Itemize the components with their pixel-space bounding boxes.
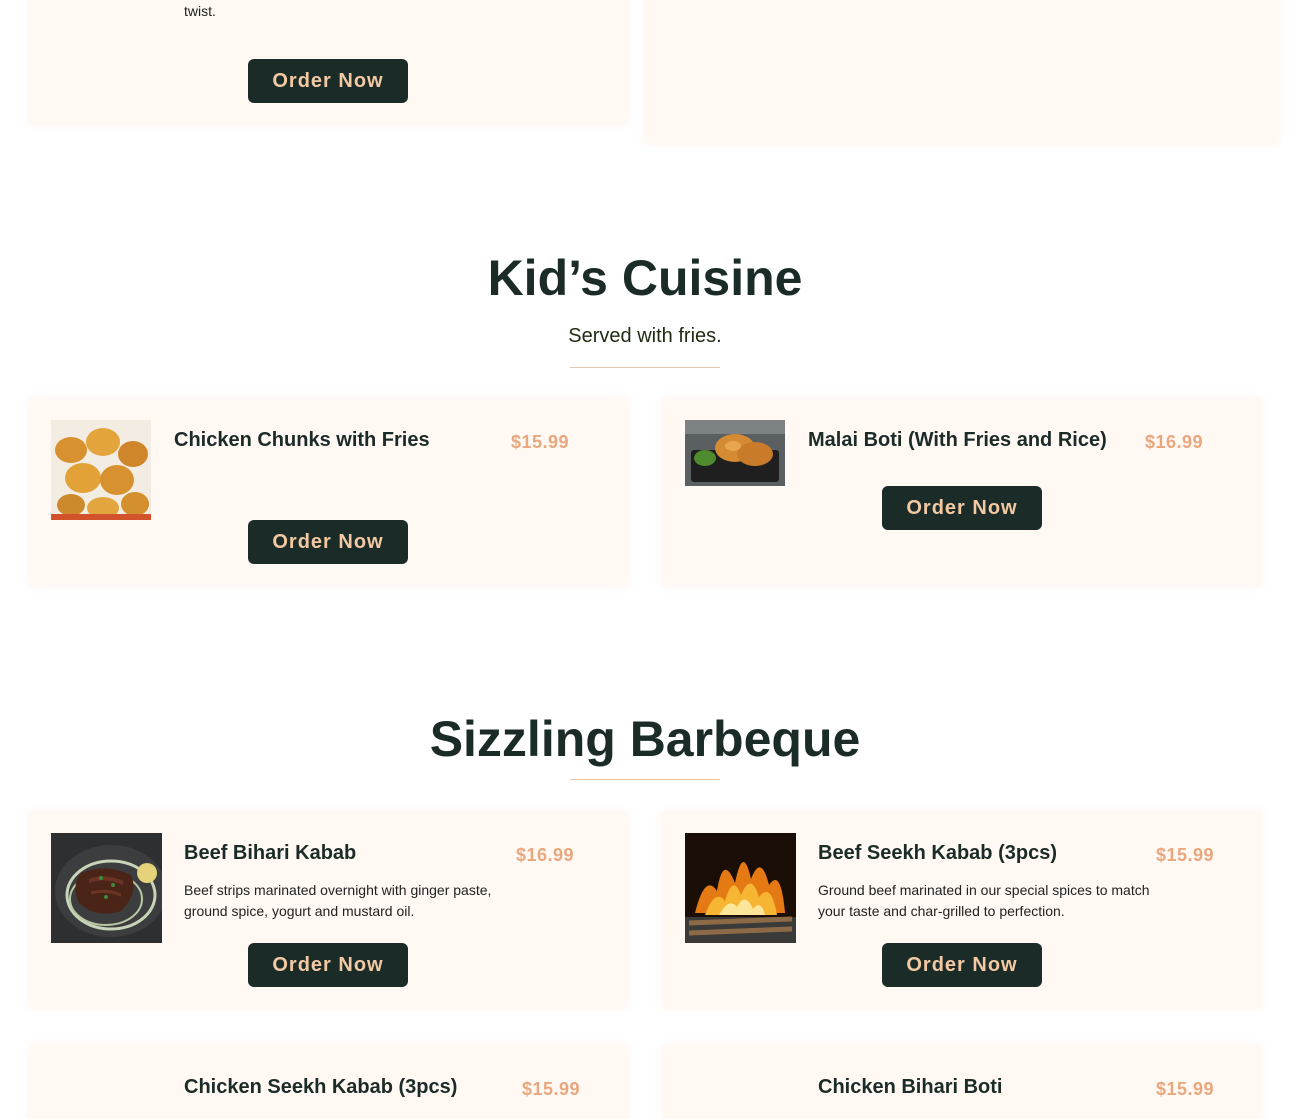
item-title: Chicken Bihari Boti — [818, 1076, 1003, 1098]
item-description-line: Beef strips marinated overnight with gin… — [184, 882, 492, 898]
item-description-line: ground spice, yogurt and mustard oil. — [184, 903, 415, 919]
chicken-chunks-image — [51, 420, 151, 520]
order-now-button[interactable]: Order Now — [248, 59, 408, 103]
menu-card-top-left: twist. Order Now — [29, 0, 627, 125]
menu-card: Chicken Seekh Kabab (3pcs) $15.99 — [29, 1045, 627, 1119]
order-now-button[interactable]: Order Now — [248, 943, 408, 987]
item-title: Chicken Seekh Kabab (3pcs) — [184, 1076, 458, 1098]
order-now-button[interactable]: Order Now — [882, 486, 1042, 530]
section-title-kids: Kid’s Cuisine — [487, 250, 803, 306]
item-description: twist. — [184, 3, 216, 19]
section-title-bbq: Sizzling Barbeque — [429, 711, 861, 767]
beef-seekh-kabab-image — [685, 833, 796, 943]
item-price: $16.99 — [1145, 432, 1204, 452]
item-title: Chicken Chunks with Fries — [174, 429, 430, 451]
section-divider — [570, 367, 720, 368]
order-now-button[interactable]: Order Now — [882, 943, 1042, 987]
item-title: Malai Boti (With Fries and Rice) — [808, 429, 1107, 451]
menu-card-top-right — [645, 0, 1279, 143]
menu-card: Chicken Bihari Boti $15.99 — [663, 1045, 1261, 1119]
menu-card: Beef Bihari Kabab $16.99 Beef strips mar… — [29, 811, 627, 1008]
item-description-line: your taste and char-grilled to perfectio… — [818, 903, 1065, 919]
order-now-button[interactable]: Order Now — [248, 520, 408, 564]
item-title: Beef Bihari Kabab — [184, 842, 357, 864]
section-subtitle-kids: Served with fries. — [568, 325, 722, 347]
item-price: $15.99 — [522, 1079, 581, 1099]
item-price: $15.99 — [1156, 1079, 1215, 1099]
item-price: $15.99 — [1156, 845, 1215, 865]
item-price: $15.99 — [511, 432, 570, 452]
item-price: $16.99 — [516, 845, 575, 865]
malai-boti-image — [685, 420, 785, 486]
item-description-line: Ground beef marinated in our special spi… — [818, 882, 1150, 898]
menu-card: Malai Boti (With Fries and Rice) $16.99 … — [663, 398, 1261, 586]
menu-card: Chicken Chunks with Fries $15.99 Order N… — [29, 398, 627, 586]
menu-card: Beef Seekh Kabab (3pcs) $15.99 Ground be… — [663, 811, 1261, 1008]
item-title: Beef Seekh Kabab (3pcs) — [818, 842, 1057, 864]
beef-bihari-kabab-image — [51, 833, 162, 943]
section-divider — [570, 779, 720, 780]
